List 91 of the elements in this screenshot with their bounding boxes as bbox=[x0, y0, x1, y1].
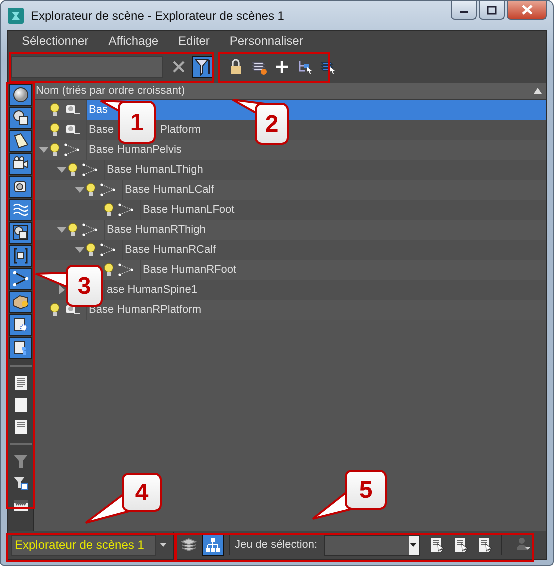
callout: 2 bbox=[232, 99, 289, 145]
bone-icon bbox=[64, 142, 80, 158]
view-mode-button[interactable] bbox=[202, 534, 224, 556]
page-cursor-icon bbox=[428, 537, 445, 553]
clear-icon bbox=[173, 61, 185, 73]
lightbulb-icon bbox=[50, 143, 60, 157]
page-cursor-icon bbox=[452, 537, 469, 553]
category-toggle[interactable] bbox=[9, 84, 32, 106]
collapse-arrow-icon[interactable] bbox=[75, 247, 85, 253]
caret-icon bbox=[410, 543, 418, 547]
waves-icon bbox=[12, 202, 28, 218]
close-button[interactable] bbox=[507, 1, 547, 20]
header-label: Nom (triés par ordre croissant) bbox=[36, 84, 186, 99]
column-header[interactable]: Nom (triés par ordre croissant) bbox=[34, 83, 546, 100]
blank-page-icon bbox=[12, 397, 28, 413]
minimize-button[interactable] bbox=[451, 1, 477, 20]
bone-icon bbox=[100, 182, 116, 198]
sphere-icon bbox=[12, 87, 28, 103]
lightbulb-icon bbox=[50, 123, 60, 137]
window-title: Explorateur de scène - Explorateur de scènes 1 bbox=[31, 8, 284, 24]
filter-icon bbox=[12, 453, 28, 469]
callout: 4 bbox=[85, 473, 162, 524]
lightbulb-icon bbox=[86, 243, 96, 257]
category-toggle[interactable] bbox=[9, 199, 32, 221]
restore-icon bbox=[487, 6, 497, 14]
lightbulb-icon bbox=[68, 223, 78, 237]
selection-set-label: Jeu de sélection: bbox=[235, 538, 318, 553]
page-cursor-icon bbox=[476, 537, 493, 553]
collapse-arrow-icon[interactable] bbox=[39, 147, 49, 153]
category-toggle[interactable] bbox=[9, 176, 32, 198]
lightbulb-icon bbox=[68, 163, 78, 177]
filter-icon bbox=[12, 475, 28, 491]
text-lines-icon bbox=[12, 375, 28, 391]
bone-icon bbox=[12, 271, 28, 287]
plus-icon bbox=[274, 59, 290, 75]
bone-icon bbox=[118, 202, 134, 218]
category-toggle[interactable] bbox=[9, 291, 32, 313]
lightbulb-icon bbox=[104, 203, 114, 217]
category-toggle[interactable] bbox=[9, 222, 32, 244]
category-toggle[interactable] bbox=[9, 107, 32, 129]
maximize-button[interactable] bbox=[479, 1, 505, 20]
category-toggle[interactable] bbox=[9, 130, 32, 152]
collapse-arrow-icon[interactable] bbox=[75, 187, 85, 193]
lightbulb-icon bbox=[50, 103, 60, 117]
squares-icon bbox=[12, 225, 28, 241]
category-toggle[interactable] bbox=[9, 314, 32, 336]
callout: 3 bbox=[35, 265, 103, 307]
layers-icon bbox=[181, 537, 197, 553]
sort-ascending-icon bbox=[534, 88, 542, 94]
tree-item-label[interactable]: Base bbox=[89, 122, 114, 138]
collapse-arrow-icon[interactable] bbox=[57, 227, 67, 233]
category-toggle[interactable] bbox=[9, 337, 32, 359]
tree-item-label[interactable]: Platform bbox=[160, 122, 202, 138]
box-icon bbox=[12, 294, 28, 310]
menu-item[interactable]: Editer bbox=[168, 32, 220, 50]
explorer-dropdown[interactable]: Explorateur de scènes 1 bbox=[11, 534, 156, 556]
expand-arrow-icon[interactable] bbox=[59, 285, 65, 295]
lock-icon bbox=[228, 59, 244, 75]
bone-icon bbox=[100, 242, 116, 258]
selection-set-field[interactable] bbox=[324, 534, 420, 556]
category-toggle[interactable] bbox=[9, 153, 32, 175]
menu-item[interactable]: Affichage bbox=[98, 32, 169, 50]
box-icon bbox=[12, 340, 28, 356]
bone-icon bbox=[82, 162, 98, 178]
lightbulb-icon bbox=[50, 303, 60, 317]
bone-icon bbox=[118, 262, 134, 278]
caret-icon bbox=[160, 543, 166, 547]
text-lines-icon bbox=[12, 419, 28, 435]
select-children-icon bbox=[297, 59, 313, 75]
spotlight-icon bbox=[12, 133, 28, 149]
box-icon bbox=[12, 317, 28, 333]
category-toggle[interactable] bbox=[9, 245, 32, 267]
close-icon bbox=[522, 5, 532, 15]
brackets-icon bbox=[12, 248, 28, 264]
bone-icon bbox=[82, 222, 98, 238]
menu-item[interactable]: Sélectionner bbox=[12, 32, 99, 50]
filter-toggle[interactable] bbox=[192, 56, 214, 78]
shapes-icon bbox=[12, 110, 28, 126]
lightbulb-icon bbox=[104, 263, 114, 277]
camera-icon bbox=[12, 156, 28, 172]
filter-icon bbox=[195, 58, 211, 76]
category-toggle[interactable] bbox=[9, 268, 32, 290]
menu-item[interactable]: Personnaliser bbox=[220, 32, 314, 50]
lightbulb-icon bbox=[86, 183, 96, 197]
search-field[interactable] bbox=[11, 56, 163, 78]
collapse-arrow-icon[interactable] bbox=[57, 167, 67, 173]
person-filter-icon bbox=[516, 537, 532, 553]
tape-icon bbox=[12, 179, 28, 195]
app-logo-icon bbox=[7, 6, 25, 24]
hierarchy-icon bbox=[205, 537, 221, 553]
callout: 5 bbox=[312, 470, 387, 520]
